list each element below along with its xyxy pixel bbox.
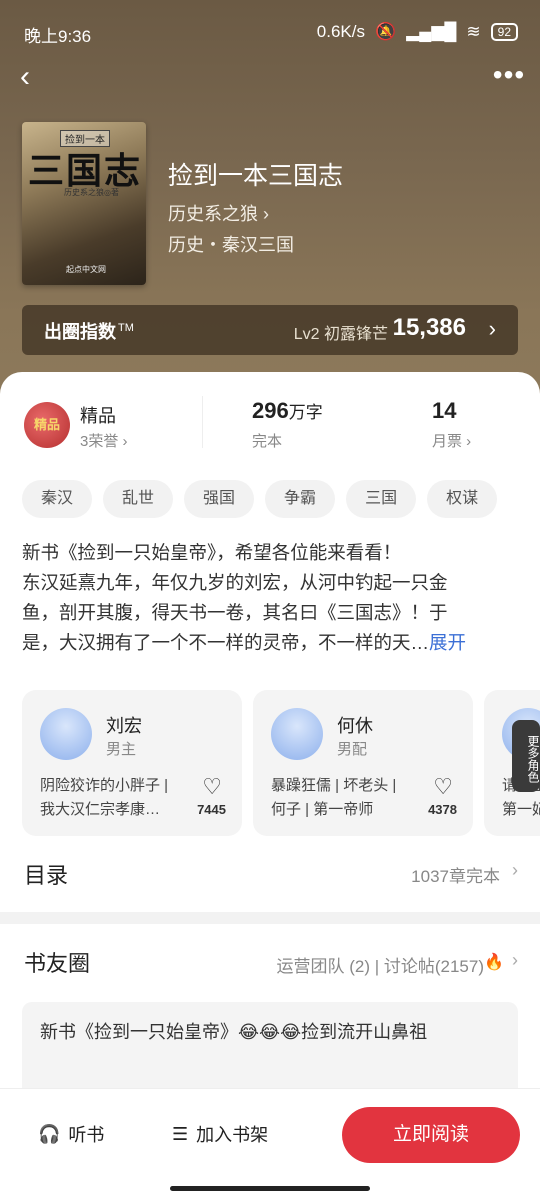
tag-item[interactable]: 秦汉 [22, 480, 93, 518]
character-avatar [271, 708, 323, 760]
chevron-right-icon: › [488, 316, 496, 341]
signal-icon: ▂▄▆█ [406, 22, 457, 41]
shelf-add-icon: ☰ [172, 1123, 189, 1144]
add-to-shelf-button[interactable]: ☰ 加入书架 [172, 1121, 268, 1147]
read-now-button[interactable]: 立即阅读 [342, 1107, 520, 1163]
index-level: Lv2 初露锋芒 [293, 326, 388, 343]
character-desc: 暴躁狂儒 | 坏老头 | 何子 | 第一帝师 [271, 777, 397, 818]
shelf-label: 加入书架 [196, 1125, 269, 1145]
bottom-action-bar: 🎧 听书 ☰ 加入书架 立即阅读 [0, 1088, 540, 1200]
book-author-link[interactable]: 历史系之狼 › [168, 200, 269, 226]
toc-title: 目录 [24, 863, 69, 888]
circle-title: 书友圈 [24, 951, 91, 976]
character-avatar [40, 708, 92, 760]
tag-item[interactable]: 三国 [346, 480, 417, 518]
character-likes: 4378 [428, 802, 457, 817]
heart-icon[interactable]: ♡ [202, 774, 222, 800]
expand-link[interactable]: 展开 [429, 632, 466, 653]
tag-list: 秦汉 乱世 强国 争霸 三国 权谋 [22, 480, 498, 518]
completion-status: 完本 [252, 433, 283, 450]
home-indicator [170, 1186, 370, 1191]
battery-icon: 92 [490, 23, 518, 41]
tag-item[interactable]: 强国 [184, 480, 255, 518]
character-card[interactable]: 刘宏 男主 阴险狡诈的小胖子 | 我大汉仁宗孝康… ♡ 7445 [22, 690, 242, 836]
book-cover[interactable]: 捡到一本 三国志 历史系之狼◎著 起点中文网 [22, 122, 146, 285]
quality-label: 精品 [80, 406, 116, 426]
chevron-right-icon: › [512, 950, 518, 970]
character-role: 男主 [106, 741, 137, 758]
character-role: 男配 [337, 741, 368, 758]
mute-icon: 🔕 [374, 22, 397, 41]
back-button[interactable]: ‹ [10, 60, 40, 94]
character-name: 何休 [337, 716, 373, 736]
status-time: 晚上9:36 [24, 27, 92, 46]
popularity-index-bar[interactable]: 出圈指数 TM Lv2 初露锋芒 15,386 › [22, 305, 518, 355]
character-desc: 阴险狡诈的小胖子 | 我大汉仁宗孝康… [40, 777, 169, 818]
tag-item[interactable]: 乱世 [103, 480, 174, 518]
listen-button[interactable]: 🎧 听书 [38, 1121, 104, 1147]
network-speed: 0.6K/s [316, 22, 365, 41]
book-description[interactable]: 新书《捡到一只始皇帝》，希望各位能来看看！ 东汉延熹九年，年仅九岁的刘宏，从河中… [22, 538, 518, 658]
toc-count: 1037章完本 [411, 867, 500, 886]
character-card[interactable]: 何休 男配 暴躁狂儒 | 坏老头 | 何子 | 第一帝师 ♡ 4378 [253, 690, 473, 836]
chevron-left-icon: ‹ [20, 60, 30, 93]
more-dots-icon: ••• [492, 59, 526, 90]
character-likes: 7445 [197, 802, 226, 817]
listen-label: 听书 [68, 1125, 105, 1145]
status-bar: 晚上9:36 0.6K/s 🔕 ▂▄▆█ ≋ 92 [0, 0, 540, 62]
headphones-icon: 🎧 [38, 1123, 61, 1144]
desc-line: 东汉延熹九年，年仅九岁的刘宏，从河中钓起一只金 [22, 572, 448, 593]
monthly-tickets: 14 [432, 398, 457, 423]
tag-item[interactable]: 争霸 [265, 480, 336, 518]
wifi-icon: ≋ [466, 22, 481, 41]
desc-line: 鱼，剖开其腹，得天书一卷，其名曰《三国志》！于 [22, 602, 448, 623]
honor-link[interactable]: 3荣誉 › [80, 430, 128, 451]
heart-icon[interactable]: ♡ [433, 774, 453, 800]
quality-badge-icon: 精品 [24, 402, 70, 448]
index-label: 出圈指数 TM [44, 322, 134, 342]
tag-item[interactable]: 权谋 [427, 480, 498, 518]
more-roles-button[interactable]: 更多角色 [512, 720, 540, 792]
desc-line: 是，大汉拥有了一个不一样的灵帝，不一样的天…展开 [22, 632, 467, 653]
table-of-contents-row[interactable]: 目录 1037章完本 › [0, 850, 540, 902]
desc-line: 新书《捡到一只始皇帝》，希望各位能来看看！ [22, 542, 402, 563]
cover-publisher: 起点中文网 [66, 265, 106, 274]
status-icons: 0.6K/s 🔕 ▂▄▆█ ≋ 92 [317, 22, 518, 42]
character-list: 刘宏 男主 阴险狡诈的小胖子 | 我大汉仁宗孝康… ♡ 7445 何休 男配 暴… [22, 690, 540, 836]
book-genre: 历史・秦汉三国 [168, 235, 294, 255]
fire-icon: 🔥 [484, 954, 504, 971]
chevron-right-icon: › [512, 860, 518, 880]
character-name: 刘宏 [106, 716, 142, 736]
index-value: 15,386 [392, 314, 466, 341]
cover-author: 历史系之狼◎著 [64, 188, 119, 197]
post-text: 新书《捡到一只始皇帝》😂😂😂捡到流开山鼻祖 [40, 1022, 428, 1042]
book-detail-card: 精品 精品 3荣誉 › 296万字 完本 14 月票 › 秦汉 乱世 强国 争霸… [0, 372, 540, 912]
word-count: 296万字 [252, 398, 323, 423]
book-title: 捡到一本三国志 [168, 162, 344, 190]
divider [202, 396, 203, 448]
circle-ops-link[interactable]: 运营团队 (2) | 讨论帖(2157) [276, 952, 484, 977]
more-button[interactable]: ••• [492, 60, 526, 94]
monthly-tickets-link[interactable]: 月票 › [432, 430, 471, 451]
